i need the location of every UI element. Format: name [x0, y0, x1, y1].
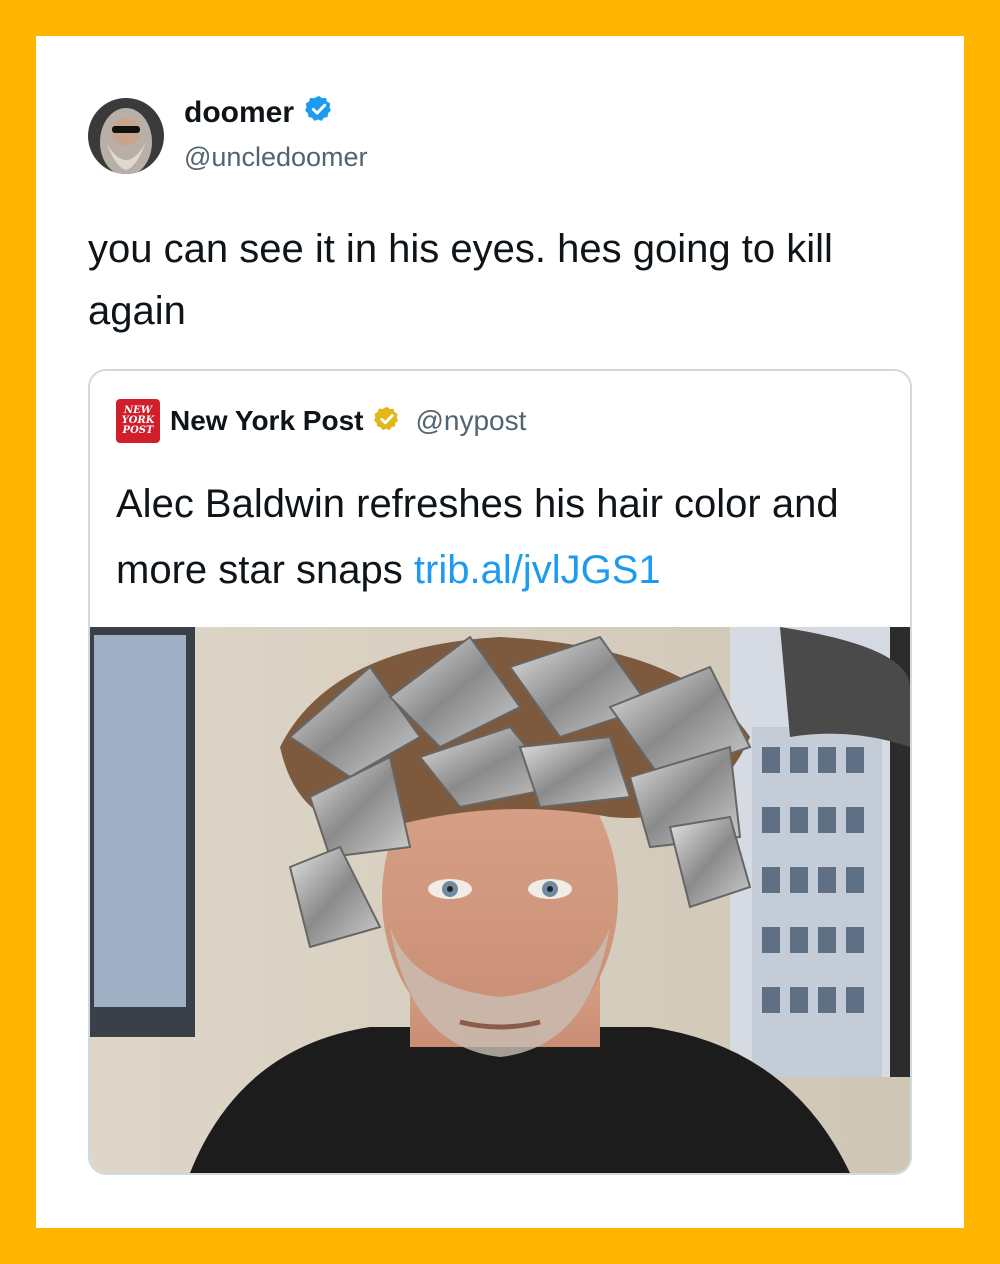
author-handle[interactable]: @uncledoomer: [184, 142, 368, 173]
author-avatar[interactable]: [88, 98, 164, 174]
author-display-name[interactable]: doomer: [184, 96, 294, 130]
quoted-photo[interactable]: [90, 627, 910, 1173]
logo-line-3: POST: [122, 425, 154, 436]
quoted-tweet-text: Alec Baldwin refreshes his hair color an…: [116, 471, 896, 603]
author-display-name-row[interactable]: doomer: [184, 94, 334, 132]
new-york-post-logo-icon[interactable]: NEW YORK POST: [116, 399, 160, 443]
quoted-handle[interactable]: @nypost: [415, 405, 526, 437]
quoted-tweet-header: NEW YORK POST New York Post @nypost: [116, 397, 526, 445]
quoted-display-name[interactable]: New York Post: [170, 405, 363, 437]
quoted-link[interactable]: trib.al/jvlJGS1: [414, 548, 661, 592]
gold-verified-badge-icon: [373, 405, 401, 438]
quoted-tweet[interactable]: NEW YORK POST New York Post @nypost Alec…: [88, 369, 912, 1175]
tweet-card: doomer @uncledoomer you can see it in hi…: [36, 36, 964, 1228]
tweet-text: you can see it in his eyes. hes going to…: [88, 227, 833, 333]
verified-badge-icon: [304, 94, 334, 132]
